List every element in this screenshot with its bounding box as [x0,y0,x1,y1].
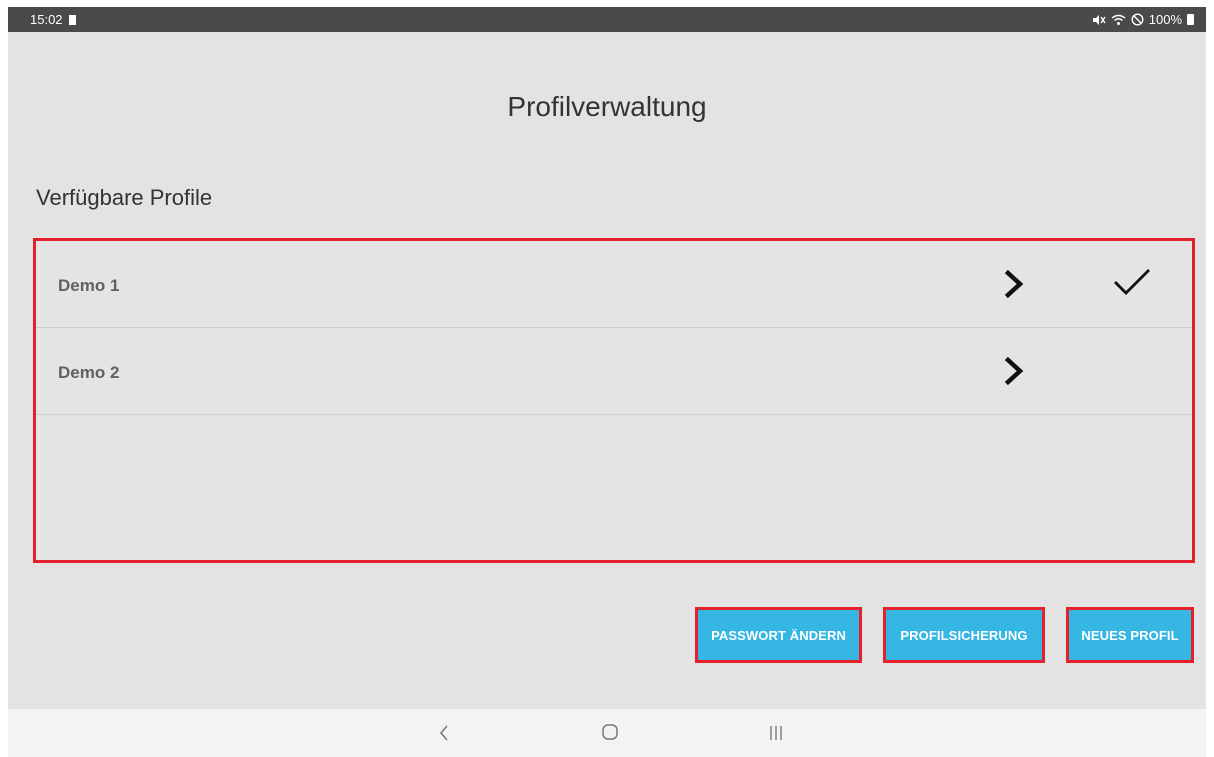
battery-percent: 100% [1148,12,1182,27]
profile-name: Demo 2 [58,363,120,382]
status-left: 15:02 [30,12,76,27]
no-disturb-icon [1131,13,1144,26]
action-buttons: PASSWORT ÄNDERN PROFILSICHERUNG NEUES PR… [8,607,1206,667]
new-profile-button[interactable]: NEUES PROFIL [1066,607,1194,663]
profile-name: Demo 1 [58,276,120,295]
change-password-button[interactable]: PASSWORT ÄNDERN [695,607,862,663]
profile-backup-button[interactable]: PROFILSICHERUNG [883,607,1045,663]
home-icon[interactable] [601,723,619,741]
page-title: Profilverwaltung [507,91,707,122]
status-bar: 15:02 100% [8,7,1206,32]
chevron-right-icon[interactable] [1004,269,1026,299]
status-time: 15:02 [30,12,63,27]
recent-apps-icon[interactable] [768,725,784,741]
status-right: 100% [1092,12,1194,27]
profile-backup-label: PROFILSICHERUNG [896,627,1032,643]
profile-list: Demo 1 Demo 2 [33,238,1195,563]
navigation-bar [8,709,1206,757]
chevron-right-icon[interactable] [1004,356,1026,386]
active-check-icon [1114,269,1150,295]
battery-icon [1187,14,1194,25]
mute-icon [1092,14,1106,25]
back-icon[interactable] [438,723,450,743]
wifi-icon [1111,14,1126,25]
change-password-label: PASSWORT ÄNDERN [707,627,850,643]
new-profile-label: NEUES PROFIL [1077,627,1183,643]
profile-row[interactable]: Demo 2 [36,328,1192,415]
profile-row[interactable]: Demo 1 [36,241,1192,328]
tablet-screen: 15:02 100% Profilverwaltung Verfügbare P… [8,7,1206,757]
section-label: Verfügbare Profile [36,185,213,210]
sim-icon [68,14,76,25]
